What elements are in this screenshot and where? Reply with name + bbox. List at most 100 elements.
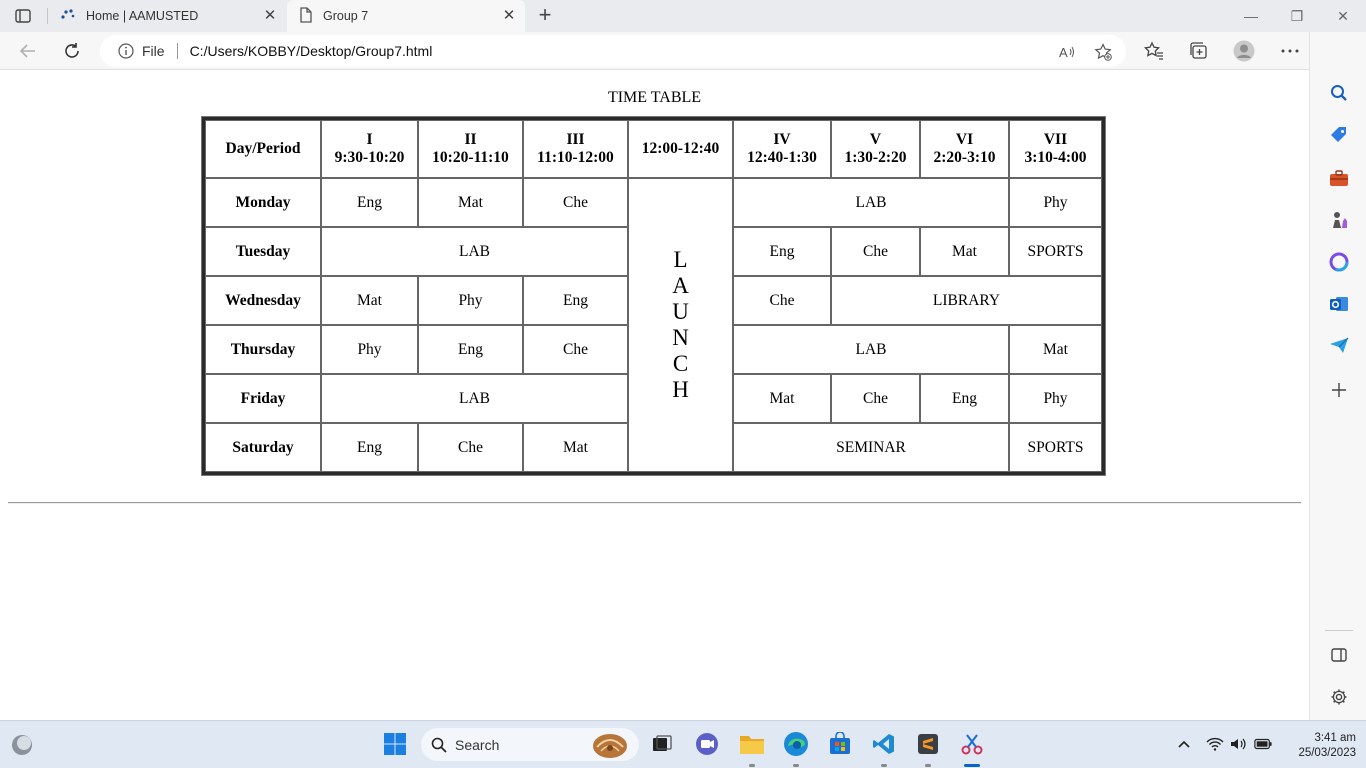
subject-cell: Eng bbox=[321, 178, 418, 227]
close-tab-icon[interactable]: ✕ bbox=[502, 8, 516, 23]
file-explorer-icon[interactable] bbox=[738, 730, 766, 758]
active-app-indicator bbox=[964, 764, 980, 767]
day-cell: Saturday bbox=[205, 423, 321, 472]
scheme-label: File bbox=[142, 43, 165, 59]
add-favorite-icon[interactable] bbox=[1094, 43, 1112, 61]
subject-cell: Eng bbox=[418, 325, 523, 374]
file-icon bbox=[299, 6, 313, 26]
system-clock[interactable]: 3:41 am 25/03/2023 bbox=[1284, 731, 1356, 761]
subject-cell: Eng bbox=[920, 374, 1009, 423]
subject-cell: Che bbox=[523, 178, 628, 227]
tab-separator bbox=[47, 8, 48, 24]
search-icon bbox=[431, 737, 447, 753]
microsoft-store-icon[interactable] bbox=[826, 730, 854, 758]
day-cell: Tuesday bbox=[205, 227, 321, 276]
edge-sidebar bbox=[1309, 32, 1366, 720]
widgets-icon[interactable] bbox=[8, 731, 36, 759]
running-indicator bbox=[749, 764, 755, 767]
new-tab-plus-icon[interactable]: + bbox=[534, 4, 556, 27]
period-header: V 1:30-2:20 bbox=[831, 120, 920, 178]
subject-cell: LAB bbox=[733, 178, 1009, 227]
address-bar[interactable]: File C:/Users/KOBBY/Desktop/Group7.html … bbox=[100, 35, 1126, 67]
tab-home-aamusted[interactable]: Home | AAMUSTED ✕ bbox=[50, 0, 286, 32]
start-windows-icon[interactable] bbox=[381, 730, 409, 758]
taskbar-search[interactable]: Search bbox=[421, 728, 639, 761]
settings-gear-icon[interactable] bbox=[1328, 686, 1350, 708]
subject-cell: Che bbox=[523, 325, 628, 374]
subject-cell: Che bbox=[418, 423, 523, 472]
snipping-tool-icon[interactable] bbox=[958, 730, 986, 758]
teams-chat-icon[interactable] bbox=[693, 730, 721, 758]
microsoft-365-icon[interactable] bbox=[1328, 251, 1350, 273]
more-options-icon[interactable] bbox=[1279, 40, 1301, 62]
close-tab-icon[interactable]: ✕ bbox=[263, 8, 277, 23]
day-cell: Friday bbox=[205, 374, 321, 423]
subject-cell: SPORTS bbox=[1009, 227, 1102, 276]
sidebar-divider bbox=[1325, 630, 1353, 631]
edge-browser-icon[interactable] bbox=[782, 730, 810, 758]
day-cell: Wednesday bbox=[205, 276, 321, 325]
subject-cell: Eng bbox=[321, 423, 418, 472]
subject-cell: LAB bbox=[321, 374, 628, 423]
subject-cell: Phy bbox=[1009, 374, 1102, 423]
restore-icon[interactable]: ❐ bbox=[1287, 6, 1307, 26]
subject-cell: Mat bbox=[920, 227, 1009, 276]
refresh-icon[interactable] bbox=[61, 40, 83, 62]
period-header: III 11:10-12:00 bbox=[523, 120, 628, 178]
period-header: VII 3:10-4:00 bbox=[1009, 120, 1102, 178]
subject-cell: Eng bbox=[733, 227, 831, 276]
read-aloud-icon[interactable]: A bbox=[1058, 43, 1076, 61]
subject-cell: LIBRARY bbox=[831, 276, 1102, 325]
sublime-text-icon[interactable] bbox=[914, 730, 942, 758]
subject-cell: Phy bbox=[418, 276, 523, 325]
taskbar: Search 3:41 am 25/03/2023 bbox=[0, 720, 1366, 768]
tools-briefcase-icon[interactable] bbox=[1328, 167, 1350, 189]
tab-actions-icon[interactable] bbox=[12, 6, 34, 26]
volume-icon[interactable] bbox=[1229, 735, 1247, 753]
minimize-icon[interactable]: — bbox=[1241, 6, 1261, 26]
task-view-icon[interactable] bbox=[648, 730, 676, 758]
shopping-tag-icon[interactable] bbox=[1328, 124, 1350, 146]
subject-cell: SPORTS bbox=[1009, 423, 1102, 472]
close-window-icon[interactable]: ✕ bbox=[1333, 6, 1353, 26]
search-icon[interactable] bbox=[1328, 82, 1350, 104]
battery-icon[interactable] bbox=[1254, 735, 1272, 753]
back-arrow-icon[interactable] bbox=[17, 40, 39, 62]
subject-cell: Mat bbox=[321, 276, 418, 325]
subject-cell: Che bbox=[733, 276, 831, 325]
svg-text:A: A bbox=[1059, 45, 1068, 60]
add-sidebar-app-icon[interactable] bbox=[1328, 379, 1350, 401]
tab-strip: Home | AAMUSTED ✕ Group 7 ✕ + — ❐ ✕ bbox=[0, 0, 1366, 32]
favorites-icon[interactable] bbox=[1143, 40, 1165, 62]
search-highlight-shell-icon bbox=[591, 731, 629, 759]
url-text[interactable]: C:/Users/KOBBY/Desktop/Group7.html bbox=[190, 43, 433, 59]
outlook-icon[interactable] bbox=[1328, 293, 1350, 315]
games-chess-icon[interactable] bbox=[1328, 209, 1350, 231]
search-label: Search bbox=[455, 736, 500, 753]
subject-cell: Eng bbox=[523, 276, 628, 325]
period-header: II 10:20-11:10 bbox=[418, 120, 523, 178]
collections-icon[interactable] bbox=[1187, 40, 1209, 62]
clock-time: 3:41 am bbox=[1314, 732, 1356, 744]
running-indicator bbox=[793, 764, 799, 767]
lunch-break-cell: LAUNCH bbox=[628, 178, 733, 472]
period-header: IV 12:40-1:30 bbox=[733, 120, 831, 178]
page-content: TIME TABLE Day/Period I 9:30-10:20 II 10:2… bbox=[0, 71, 1309, 720]
period-header: VI 2:20-3:10 bbox=[920, 120, 1009, 178]
running-indicator bbox=[925, 764, 931, 767]
info-icon[interactable] bbox=[118, 43, 134, 59]
lunch-time-header: 12:00-12:40 bbox=[628, 120, 733, 178]
subject-cell: Mat bbox=[733, 374, 831, 423]
profile-avatar[interactable] bbox=[1233, 40, 1255, 62]
hide-sidebar-icon[interactable] bbox=[1328, 644, 1350, 666]
show-hidden-icons-chevron-icon[interactable] bbox=[1175, 735, 1193, 753]
vscode-icon[interactable] bbox=[870, 730, 898, 758]
wifi-icon[interactable] bbox=[1206, 735, 1224, 753]
send-telegram-icon[interactable] bbox=[1328, 334, 1350, 356]
subject-cell: Mat bbox=[523, 423, 628, 472]
tab-group-7[interactable]: Group 7 ✕ bbox=[287, 0, 525, 32]
table-row: Monday Eng Mat Che LAUNCH LAB Phy bbox=[205, 178, 1102, 472]
tab-title: Home | AAMUSTED bbox=[86, 9, 199, 23]
subject-cell: Che bbox=[831, 227, 920, 276]
subject-cell: LAB bbox=[733, 325, 1009, 374]
